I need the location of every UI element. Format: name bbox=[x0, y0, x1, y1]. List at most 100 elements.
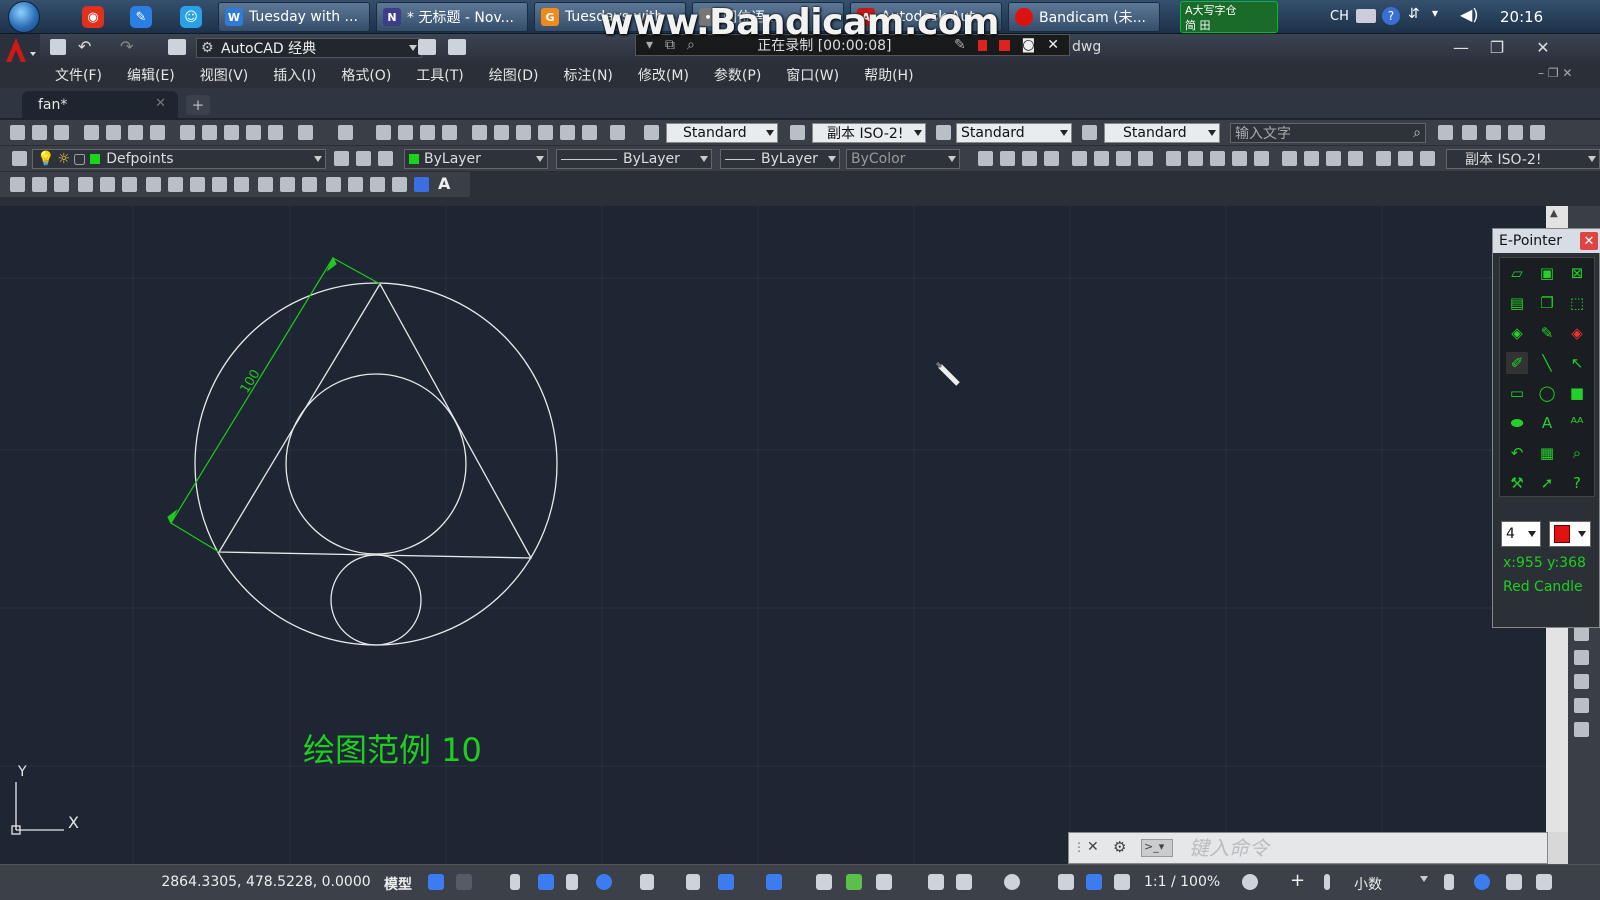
plot-icon[interactable] bbox=[448, 39, 466, 55]
infer-icon[interactable] bbox=[510, 874, 520, 890]
object-snap-icon[interactable] bbox=[718, 874, 734, 890]
layer-previous-icon[interactable] bbox=[356, 151, 371, 166]
lineweight-icon[interactable] bbox=[766, 874, 782, 890]
taskbar-window-0[interactable]: W Tuesday with ... bbox=[218, 2, 370, 32]
tray-expand-icon[interactable]: ▾ bbox=[1432, 6, 1438, 20]
dim-style-icon[interactable] bbox=[790, 125, 805, 140]
command-input[interactable] bbox=[1189, 836, 1539, 860]
layer-state-icon[interactable] bbox=[378, 151, 393, 166]
redo-icon[interactable]: ↷ bbox=[120, 37, 133, 56]
drawing-canvas[interactable]: 100 Y X bbox=[0, 206, 1546, 864]
menu-insert[interactable]: 插入(I) bbox=[273, 65, 316, 85]
annotation-scale-icon[interactable] bbox=[1114, 874, 1130, 890]
pen-app-icon[interactable]: ✎ bbox=[130, 6, 152, 28]
modify-tool-icon[interactable] bbox=[1574, 674, 1589, 689]
dim-space-icon[interactable] bbox=[1232, 151, 1247, 166]
open-icon[interactable]: ▱ bbox=[1506, 262, 1528, 284]
plotstyle-dropdown[interactable]: ByColor bbox=[846, 149, 960, 169]
language-indicator[interactable]: CH bbox=[1330, 9, 1349, 24]
stop-icon[interactable] bbox=[998, 39, 1010, 51]
spline-icon[interactable] bbox=[190, 177, 205, 192]
modify-tool-icon[interactable] bbox=[1574, 626, 1589, 641]
menu-dimension[interactable]: 标注(N) bbox=[564, 65, 613, 85]
screenshot-icon[interactable]: ⊠ bbox=[1566, 262, 1588, 284]
jogged-linear-icon[interactable] bbox=[1348, 151, 1363, 166]
text-style-icon[interactable] bbox=[644, 125, 659, 140]
annotation-scale[interactable]: 1:1 / 100% bbox=[1144, 874, 1220, 890]
polar-icon[interactable] bbox=[596, 874, 612, 890]
make-current-icon[interactable] bbox=[334, 151, 349, 166]
object-snap-tracking-icon[interactable] bbox=[686, 874, 700, 890]
dim-update-icon[interactable] bbox=[1420, 151, 1435, 166]
mleader-style-icon[interactable] bbox=[1082, 125, 1097, 140]
color-eraser-icon[interactable]: ◈ bbox=[1566, 322, 1588, 344]
ellipse-arc-icon[interactable] bbox=[234, 177, 249, 192]
hardware-acceleration-icon[interactable] bbox=[1506, 874, 1522, 890]
quickcalc-icon[interactable] bbox=[582, 125, 597, 140]
center-mark-icon[interactable] bbox=[1304, 151, 1319, 166]
layer-tool-icon[interactable] bbox=[1462, 125, 1477, 140]
properties-icon[interactable] bbox=[472, 125, 487, 140]
dim-aligned-icon[interactable] bbox=[1000, 151, 1015, 166]
dim-arc-icon[interactable] bbox=[1022, 151, 1037, 166]
new-tab-button[interactable]: + bbox=[186, 95, 210, 115]
text-style-dropdown[interactable]: Standard bbox=[666, 123, 778, 143]
open-icon[interactable] bbox=[168, 39, 186, 55]
board-icon[interactable]: ▦ bbox=[1536, 442, 1558, 464]
layer-tool-icon[interactable] bbox=[1486, 125, 1501, 140]
undo-icon[interactable]: ↶ bbox=[78, 37, 91, 56]
dynamic-ucs-icon[interactable] bbox=[928, 874, 944, 890]
menu-format[interactable]: 格式(O) bbox=[341, 65, 391, 85]
tolerance-icon[interactable] bbox=[1282, 151, 1297, 166]
dim-linear-icon[interactable] bbox=[978, 151, 993, 166]
modify-tool-icon[interactable] bbox=[1574, 698, 1589, 713]
layer-tool-icon[interactable] bbox=[1438, 125, 1453, 140]
markup-icon[interactable] bbox=[560, 125, 575, 140]
dim-text-edit-icon[interactable] bbox=[1398, 151, 1413, 166]
save-icon[interactable] bbox=[54, 125, 69, 140]
command-history-icon[interactable]: >_▾ bbox=[1141, 839, 1173, 857]
menu-file[interactable]: 文件(F) bbox=[55, 65, 102, 85]
close-icon[interactable]: ✕ bbox=[1087, 839, 1099, 855]
plus-icon[interactable]: + bbox=[1290, 870, 1305, 891]
multiline-text-icon[interactable]: A bbox=[438, 174, 450, 193]
sheet-set-icon[interactable] bbox=[538, 125, 553, 140]
table-style-icon[interactable] bbox=[936, 125, 951, 140]
region-icon[interactable] bbox=[370, 177, 385, 192]
camera-icon[interactable]: ◙ bbox=[1022, 37, 1036, 53]
highlighter-icon[interactable]: ✐ bbox=[1506, 352, 1528, 374]
selection-cycling-icon[interactable] bbox=[846, 874, 862, 890]
outer-circle[interactable] bbox=[194, 282, 558, 646]
new-file-icon[interactable] bbox=[10, 125, 25, 140]
color-dropdown[interactable]: ByLayer bbox=[404, 149, 548, 169]
match-properties-icon[interactable] bbox=[246, 125, 261, 140]
linetype-dropdown[interactable]: ByLayer bbox=[556, 149, 712, 169]
spline-fit-icon[interactable] bbox=[414, 177, 429, 192]
inscribed-circle[interactable] bbox=[285, 373, 467, 555]
grip-icon[interactable]: ⋮ bbox=[1073, 840, 1085, 854]
3d-print-icon[interactable] bbox=[150, 125, 165, 140]
help-icon[interactable] bbox=[610, 125, 625, 140]
inspection-icon[interactable] bbox=[1326, 151, 1341, 166]
dim-diameter-icon[interactable] bbox=[1116, 151, 1131, 166]
chevron-down-icon[interactable] bbox=[1420, 876, 1428, 882]
rectangle-icon[interactable]: ▭ bbox=[1506, 382, 1528, 404]
cursor-coordinates[interactable]: 2864.3305, 478.5228, 0.0000 bbox=[155, 870, 377, 894]
menu-parametric[interactable]: 参数(P) bbox=[714, 65, 761, 85]
pan-icon[interactable] bbox=[376, 125, 391, 140]
doc-window-controls[interactable]: – ❐ ✕ bbox=[1538, 66, 1572, 80]
cut-icon[interactable] bbox=[180, 125, 195, 140]
dim-angular-icon[interactable] bbox=[1138, 151, 1153, 166]
zoom-realtime-icon[interactable] bbox=[398, 125, 413, 140]
paste-icon[interactable] bbox=[224, 125, 239, 140]
triangle[interactable] bbox=[217, 282, 533, 559]
undo-icon[interactable]: ↶ bbox=[1506, 442, 1528, 464]
menu-help[interactable]: 帮助(H) bbox=[864, 65, 913, 85]
grid-icon[interactable] bbox=[428, 874, 444, 890]
model-space-button[interactable]: 模型 bbox=[384, 874, 412, 894]
mleader-style-dropdown[interactable]: Standard bbox=[1104, 123, 1220, 143]
print-icon[interactable] bbox=[84, 125, 99, 140]
point-icon[interactable] bbox=[302, 177, 317, 192]
menu-modify[interactable]: 修改(M) bbox=[638, 65, 689, 85]
preview-icon[interactable] bbox=[106, 125, 121, 140]
